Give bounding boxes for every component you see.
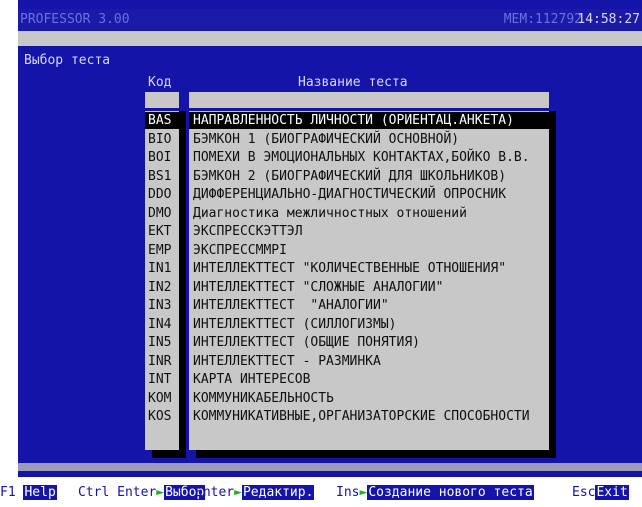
- test-code: KOS: [148, 409, 172, 424]
- test-name: ИНТЕЛЛЕКТТЕСТ (ОБЩИЕ ПОНЯТИЯ): [193, 335, 420, 350]
- menu-strip: [18, 31, 642, 46]
- arrow-icon: ►: [156, 485, 165, 500]
- test-code: IN3: [148, 298, 172, 313]
- hotkey-ctrl-enter[interactable]: Ctrl Enter►Выбор: [78, 485, 206, 501]
- test-name: ИНТЕЛЛЕКТТЕСТ "АНАЛОГИИ": [193, 298, 389, 313]
- arrow-icon: ►: [234, 485, 242, 500]
- test-name: КАРТА ИНТЕРЕСОВ: [193, 372, 311, 387]
- label-exit: Exit: [595, 485, 629, 500]
- test-code: EKT: [148, 224, 172, 239]
- test-row[interactable]: INT КАРТА ИНТЕРЕСОВ: [18, 371, 558, 388]
- name-column-shadow-bottom: [196, 450, 556, 458]
- test-name: Диагностика межличностных отношений: [193, 205, 467, 221]
- test-code: INR: [148, 353, 172, 369]
- test-name: ЭКСПРЕССММPI: [193, 242, 287, 258]
- test-row[interactable]: EMP ЭКСПРЕССММPI: [18, 242, 558, 259]
- key-enter: Enter: [195, 485, 235, 500]
- test-name: КОММУНИКАТИВНЫЕ,ОРГАНИЗАТОРСКИЕ СПОСОБНО…: [193, 409, 530, 424]
- test-name: ИНТЕЛЛЕКТТЕСТ (СИЛЛОГИЗМЫ): [193, 316, 397, 332]
- test-name: ИНТЕЛЛЕКТТЕСТ "СЛОЖНЫЕ АНАЛОГИИ": [193, 279, 444, 295]
- hotkey-esc[interactable]: EscExit: [572, 485, 629, 501]
- test-row[interactable]: DDO ДИФФЕРЕНЦИАЛЬНО-ДИАГНОСТИЧЕСКИЙ ОПРОС…: [18, 186, 558, 203]
- status-bar: F1 Help Ctrl Enter►Выбор Enter►Редактир.…: [0, 477, 642, 507]
- test-name: БЭМКОН 1 (БИОГРАФИЧЕСКИЙ ОСНОВНОЙ): [193, 131, 460, 147]
- column-header-code: Код: [148, 75, 172, 90]
- test-code: INT: [148, 372, 172, 387]
- test-name: ДИФФЕРЕНЦИАЛЬНО-ДИАГНОСТИЧЕСКИЙ ОПРОСНИК: [193, 187, 507, 202]
- test-row[interactable]: EKT ЭКСПРЕССКЭТТЭЛ: [18, 223, 558, 240]
- horizontal-scrollbar[interactable]: [18, 463, 642, 471]
- test-row[interactable]: IN1 ИНТЕЛЛЕКТТЕСТ "КОЛИЧЕСТВЕННЫЕ ОТНОШЕН…: [18, 260, 558, 277]
- test-name: ЭКСПРЕССКЭТТЭЛ: [193, 224, 303, 239]
- test-row[interactable]: BS1 БЭМКОН 2 (БИОГРАФИЧЕСКИЙ ДЛЯ ШКОЛЬНИК…: [18, 168, 558, 185]
- test-name: ИНТЕЛЛЕКТТЕСТ "КОЛИЧЕСТВЕННЫЕ ОТНОШЕНИЯ": [193, 261, 507, 276]
- test-row[interactable]: IN4 ИНТЕЛЛЕКТТЕСТ (СИЛЛОГИЗМЫ): [18, 316, 558, 333]
- test-name: КОММУНИКАБЕЛЬНОСТЬ: [193, 390, 334, 406]
- test-row[interactable]: KOS КОММУНИКАТИВНЫЕ,ОРГАНИЗАТОРСКИЕ СПОСО…: [18, 408, 558, 425]
- test-code: BS1: [148, 168, 172, 184]
- test-row[interactable]: BIO БЭМКОН 1 (БИОГРАФИЧЕСКИЙ ОСНОВНОЙ): [18, 131, 558, 148]
- test-code: KOM: [148, 390, 172, 406]
- test-code: IN4: [148, 316, 172, 332]
- test-name: БЭМКОН 2 (БИОГРАФИЧЕСКИЙ ДЛЯ ШКОЛЬНИКОВ): [193, 168, 507, 184]
- test-code: BAS: [148, 113, 172, 128]
- test-row[interactable]: KOM КОММУНИКАБЕЛЬНОСТЬ: [18, 390, 558, 407]
- key-esc: Esc: [572, 485, 596, 500]
- key-ins: Ins: [336, 485, 360, 500]
- test-row[interactable]: BOI ПОМЕХИ В ЭМОЦИОНАЛЬНЫХ КОНТАКТАХ,БОЙК…: [18, 149, 558, 166]
- name-filter-box[interactable]: [189, 92, 549, 108]
- panel-title: Выбор теста: [24, 53, 111, 68]
- key-f1: F1: [0, 485, 16, 500]
- test-selection-panel: Выбор теста Код Название теста BAS НАПРАВ…: [18, 0, 642, 477]
- test-row[interactable]: BAS НАПРАВЛЕННОСТЬ ЛИЧНОСТИ (ОРИЕНТАЦ.АНК…: [18, 112, 558, 129]
- key-ctrl-enter: Ctrl Enter: [78, 485, 157, 500]
- test-name: НАПРАВЛЕННОСТЬ ЛИЧНОСТИ (ОРИЕНТАЦ.АНКЕТА…: [193, 113, 514, 128]
- test-code: EMP: [148, 242, 172, 258]
- test-code: DDO: [148, 187, 172, 202]
- code-column-shadow-bottom: [152, 450, 186, 458]
- test-row[interactable]: IN5 ИНТЕЛЛЕКТТЕСТ (ОБЩИЕ ПОНЯТИЯ): [18, 334, 558, 351]
- test-row[interactable]: IN2 ИНТЕЛЛЕКТТЕСТ "СЛОЖНЫЕ АНАЛОГИИ": [18, 279, 558, 296]
- test-row[interactable]: IN3 ИНТЕЛЛЕКТТЕСТ "АНАЛОГИИ": [18, 297, 558, 314]
- hotkey-enter[interactable]: Enter►Редактир.: [195, 485, 315, 501]
- test-code: IN5: [148, 335, 172, 350]
- label-help: Help: [23, 485, 57, 500]
- column-header-name: Название теста: [298, 75, 408, 90]
- test-row[interactable]: INR ИНТЕЛЛЕКТТЕСТ - РАЗМИНКА: [18, 353, 558, 370]
- hotkey-ins[interactable]: Ins►Создание нового теста: [336, 485, 534, 501]
- label-edit: Редактир.: [241, 485, 315, 500]
- test-code: IN2: [148, 279, 172, 295]
- test-code: IN1: [148, 261, 172, 276]
- test-row[interactable]: DMO Диагностика межличностных отношений: [18, 205, 558, 222]
- test-code: BIO: [148, 131, 172, 147]
- test-code: DMO: [148, 205, 172, 221]
- test-code: BOI: [148, 150, 172, 165]
- test-name: ИНТЕЛЛЕКТТЕСТ - РАЗМИНКА: [193, 353, 381, 369]
- hotkey-f1[interactable]: F1 Help: [0, 485, 57, 501]
- label-create-test: Создание нового теста: [367, 485, 534, 500]
- test-name: ПОМЕХИ В ЭМОЦИОНАЛЬНЫХ КОНТАКТАХ,БОЙКО В…: [193, 150, 530, 165]
- code-filter-box[interactable]: [145, 92, 179, 108]
